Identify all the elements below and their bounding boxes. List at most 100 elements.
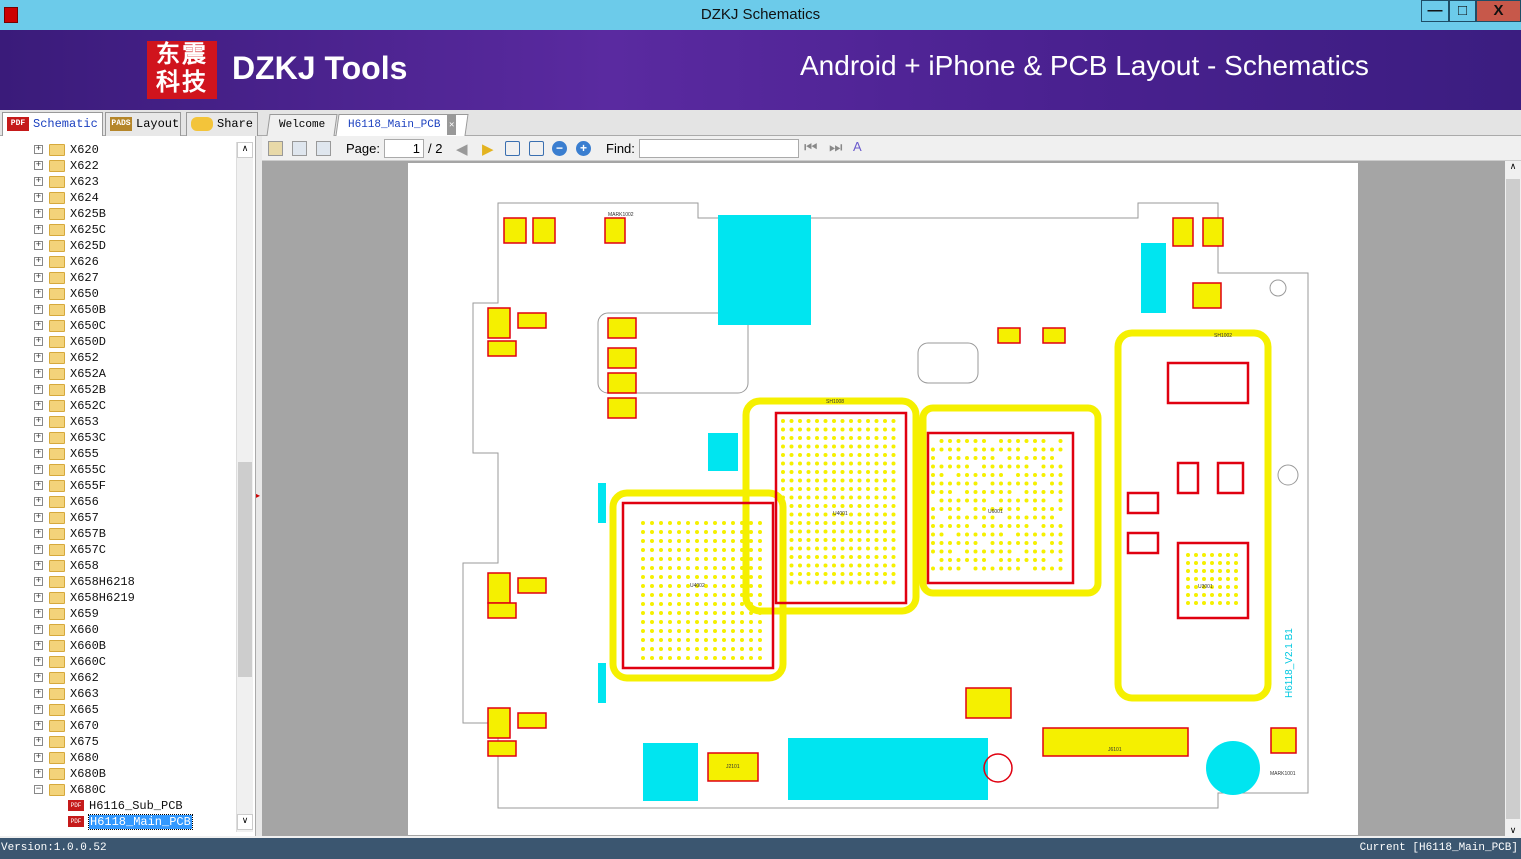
tree-folder[interactable]: + X650D bbox=[34, 334, 106, 350]
viewer-scrollbar[interactable]: ∧ ∨ bbox=[1505, 161, 1521, 836]
scroll-down-icon[interactable]: ∨ bbox=[1505, 825, 1521, 836]
expand-icon[interactable]: + bbox=[34, 305, 43, 315]
tree-folder[interactable]: + X662 bbox=[34, 670, 99, 686]
expand-icon[interactable]: + bbox=[34, 497, 43, 507]
page-input[interactable] bbox=[384, 139, 424, 158]
expand-icon[interactable]: + bbox=[34, 385, 43, 395]
expand-icon[interactable]: + bbox=[34, 417, 43, 427]
rotate-left-icon[interactable] bbox=[292, 141, 307, 156]
expand-icon[interactable]: + bbox=[34, 161, 43, 171]
tree-folder[interactable]: + X653C bbox=[34, 430, 106, 446]
tree-folder[interactable]: + X670 bbox=[34, 718, 99, 734]
tree-folder[interactable]: + X665 bbox=[34, 702, 99, 718]
tree-folder[interactable]: + X658 bbox=[34, 558, 99, 574]
tree-folder[interactable]: + X658H6218 bbox=[34, 574, 135, 590]
zoom-out-icon[interactable]: − bbox=[552, 141, 567, 156]
tree-folder[interactable]: + X652B bbox=[34, 382, 106, 398]
expand-icon[interactable]: + bbox=[34, 465, 43, 475]
tree-folder[interactable]: + X657 bbox=[34, 510, 99, 526]
expand-icon[interactable]: + bbox=[34, 545, 43, 555]
fit-width-icon[interactable] bbox=[505, 141, 520, 156]
tree-folder[interactable]: + X680 bbox=[34, 750, 99, 766]
tree-file[interactable]: PDF H6116_Sub_PCB bbox=[68, 798, 183, 814]
expand-icon[interactable]: + bbox=[34, 209, 43, 219]
expand-icon[interactable]: + bbox=[34, 721, 43, 731]
maximize-button[interactable]: □ bbox=[1449, 0, 1476, 22]
tree-folder[interactable]: + X652C bbox=[34, 398, 106, 414]
find-previous-icon[interactable]: ⏮ bbox=[804, 139, 818, 156]
scroll-down-icon[interactable]: ∨ bbox=[237, 814, 253, 830]
highlight-text-icon[interactable]: A bbox=[853, 139, 862, 154]
tree-folder[interactable]: + X625D bbox=[34, 238, 106, 254]
expand-icon[interactable]: + bbox=[34, 577, 43, 587]
expand-icon[interactable]: + bbox=[34, 673, 43, 683]
copy-icon[interactable] bbox=[268, 141, 283, 156]
expand-icon[interactable]: + bbox=[34, 625, 43, 635]
expand-icon[interactable]: + bbox=[34, 337, 43, 347]
tree-folder[interactable]: + X624 bbox=[34, 190, 99, 206]
expand-icon[interactable]: + bbox=[34, 321, 43, 331]
expand-icon[interactable]: + bbox=[34, 241, 43, 251]
tree-folder[interactable]: + X660B bbox=[34, 638, 106, 654]
previous-page-icon[interactable]: ◀ bbox=[456, 140, 468, 158]
tab-welcome[interactable]: Welcome bbox=[266, 114, 338, 136]
tab-layout[interactable]: PADS Layout bbox=[105, 112, 181, 136]
tree-folder[interactable]: + X658H6219 bbox=[34, 590, 135, 606]
expand-icon[interactable]: + bbox=[34, 593, 43, 603]
tab-h6118-main-pcb[interactable]: H6118_Main_PCB ✕ bbox=[335, 114, 469, 136]
tree-folder[interactable]: + X663 bbox=[34, 686, 99, 702]
find-next-icon[interactable]: ⏭ bbox=[829, 139, 843, 156]
expand-icon[interactable]: + bbox=[34, 193, 43, 203]
next-page-icon[interactable]: ▶ bbox=[482, 140, 494, 158]
expand-icon[interactable]: + bbox=[34, 257, 43, 267]
tree-folder[interactable]: + X660C bbox=[34, 654, 106, 670]
tree-folder[interactable]: + X660 bbox=[34, 622, 99, 638]
tree-folder[interactable]: + X623 bbox=[34, 174, 99, 190]
scroll-up-icon[interactable]: ∧ bbox=[1505, 161, 1521, 172]
expand-icon[interactable]: + bbox=[34, 513, 43, 523]
expand-icon[interactable]: + bbox=[34, 657, 43, 667]
tab-share[interactable]: Share bbox=[186, 112, 258, 136]
expand-icon[interactable]: + bbox=[34, 289, 43, 299]
collapse-icon[interactable]: − bbox=[34, 785, 43, 795]
expand-icon[interactable]: + bbox=[34, 753, 43, 763]
tree-folder[interactable]: + X655 bbox=[34, 446, 99, 462]
expand-icon[interactable]: + bbox=[34, 273, 43, 283]
tree-folder[interactable]: + X650 bbox=[34, 286, 99, 302]
close-button[interactable]: X bbox=[1476, 0, 1521, 22]
tree-file[interactable]: PDF H6118_Main_PCB bbox=[68, 814, 193, 830]
expand-icon[interactable]: + bbox=[34, 737, 43, 747]
expand-icon[interactable]: + bbox=[34, 561, 43, 571]
zoom-in-icon[interactable]: + bbox=[576, 141, 591, 156]
tree-folder[interactable]: + X627 bbox=[34, 270, 99, 286]
tree-folder-expanded[interactable]: − X680C bbox=[34, 782, 106, 798]
tree-folder[interactable]: + X626 bbox=[34, 254, 99, 270]
expand-icon[interactable]: + bbox=[34, 689, 43, 699]
expand-icon[interactable]: + bbox=[34, 401, 43, 411]
document-viewer[interactable]: U4001 U4002 U6001 U3001 J6101 J2101 SH10… bbox=[262, 161, 1505, 836]
expand-icon[interactable]: + bbox=[34, 449, 43, 459]
tree-folder[interactable]: + X655C bbox=[34, 462, 106, 478]
expand-icon[interactable]: + bbox=[34, 481, 43, 491]
close-tab-icon[interactable]: ✕ bbox=[447, 115, 457, 135]
expand-icon[interactable]: + bbox=[34, 609, 43, 619]
tree-folder[interactable]: + X655F bbox=[34, 478, 106, 494]
scroll-thumb[interactable] bbox=[238, 462, 252, 677]
tree-folder[interactable]: + X622 bbox=[34, 158, 99, 174]
expand-icon[interactable]: + bbox=[34, 177, 43, 187]
find-input[interactable] bbox=[639, 139, 799, 158]
tree-folder[interactable]: + X625C bbox=[34, 222, 106, 238]
tree-folder[interactable]: + X650C bbox=[34, 318, 106, 334]
expand-icon[interactable]: + bbox=[34, 705, 43, 715]
expand-icon[interactable]: + bbox=[34, 433, 43, 443]
rotate-right-icon[interactable] bbox=[316, 141, 331, 156]
expand-icon[interactable]: + bbox=[34, 529, 43, 539]
expand-icon[interactable]: + bbox=[34, 145, 43, 155]
tree-folder[interactable]: + X657B bbox=[34, 526, 106, 542]
tree-folder[interactable]: + X653 bbox=[34, 414, 99, 430]
expand-icon[interactable]: + bbox=[34, 353, 43, 363]
minimize-button[interactable]: — bbox=[1421, 0, 1449, 22]
tab-schematic[interactable]: PDF Schematic bbox=[2, 112, 103, 136]
tree-folder[interactable]: + X652A bbox=[34, 366, 106, 382]
tree-folder[interactable]: + X659 bbox=[34, 606, 99, 622]
